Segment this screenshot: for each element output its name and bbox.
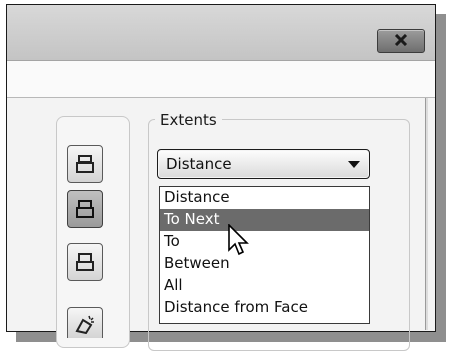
extents-selected-value: Distance bbox=[166, 155, 232, 173]
extrude-distance-button[interactable] bbox=[67, 145, 103, 183]
extrude-to-next-button[interactable] bbox=[67, 190, 103, 228]
extrude-to-button[interactable] bbox=[67, 243, 103, 281]
title-bar bbox=[7, 5, 435, 61]
close-button[interactable] bbox=[377, 29, 425, 53]
toolbar-strip bbox=[7, 61, 435, 98]
option-distance-from-face[interactable]: Distance from Face bbox=[160, 297, 369, 319]
extrude-distance-icon bbox=[76, 155, 94, 173]
option-between[interactable]: Between bbox=[160, 253, 369, 275]
extrude-to-next-icon bbox=[76, 200, 94, 218]
option-to[interactable]: To bbox=[160, 231, 369, 253]
taper-icon bbox=[75, 315, 94, 334]
chevron-down-icon bbox=[348, 161, 360, 168]
option-all[interactable]: All bbox=[160, 275, 369, 297]
panel-edge bbox=[425, 98, 428, 330]
extrude-to-icon bbox=[76, 253, 94, 271]
close-icon bbox=[394, 34, 408, 46]
mouse-cursor-icon bbox=[228, 224, 249, 256]
extents-dropdown[interactable]: Distance bbox=[157, 149, 370, 179]
option-to-next[interactable]: To Next bbox=[160, 209, 369, 231]
taper-button[interactable] bbox=[67, 307, 103, 338]
extents-options-list: Distance To Next To Between All Distance… bbox=[159, 186, 370, 324]
extents-label: Extents bbox=[155, 111, 222, 129]
option-distance[interactable]: Distance bbox=[160, 187, 369, 209]
